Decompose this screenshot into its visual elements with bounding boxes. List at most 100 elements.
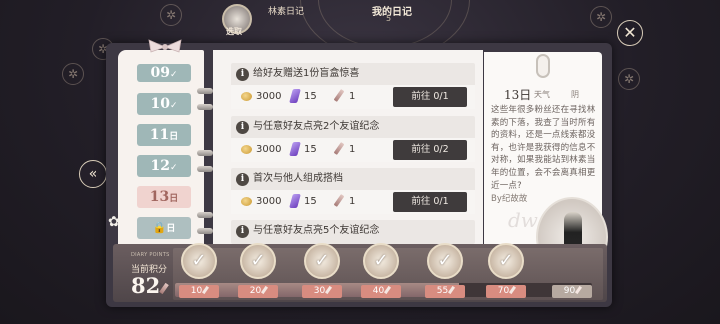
date-tab-day: 13 bbox=[149, 189, 170, 205]
check-icon: ✓ bbox=[314, 250, 330, 271]
diary-signature: By纪故故 bbox=[491, 194, 528, 204]
date-tab-suffix: 日 bbox=[169, 194, 179, 204]
gem-reward: 15 bbox=[304, 196, 317, 207]
star-ornament-icon: ✲ bbox=[590, 6, 612, 28]
lock-icon: 🔒 bbox=[152, 221, 167, 234]
coin-icon bbox=[241, 197, 252, 206]
info-icon[interactable]: i bbox=[236, 172, 249, 186]
info-icon[interactable]: i bbox=[236, 224, 249, 238]
pen-icon bbox=[384, 285, 392, 295]
reward-icon[interactable]: ✓ bbox=[304, 243, 340, 279]
diary-watermark: dw bbox=[508, 208, 538, 232]
check-icon: ✓ bbox=[437, 250, 453, 271]
reward-points: 90 bbox=[563, 286, 576, 296]
go-button[interactable]: 前往 0/1 bbox=[393, 192, 467, 212]
date-tab-10[interactable]: 10✓ bbox=[137, 93, 191, 115]
diary-text: 这些年很多粉丝还在寻找林素的下落，我查了当时所有的资料，还是一点线索都没有，也许… bbox=[491, 105, 596, 191]
pen-icon bbox=[333, 142, 345, 155]
date-tab-09[interactable]: 09✓ bbox=[137, 64, 191, 82]
task-title: 与任意好友点亮2个友谊纪念 bbox=[253, 121, 380, 132]
reward-icon[interactable]: ✓ bbox=[488, 243, 524, 279]
diary-date: 13日 bbox=[504, 88, 532, 102]
task-item: i 与任意好友点亮5个友谊纪念 bbox=[231, 220, 475, 244]
check-icon: ✓ bbox=[250, 250, 266, 271]
gem-icon bbox=[289, 89, 301, 103]
gem-reward: 15 bbox=[304, 144, 317, 155]
date-tab-suffix: 日 bbox=[166, 224, 176, 234]
reward-points-badge: 55 bbox=[425, 285, 465, 298]
reward-points: 10 bbox=[190, 286, 203, 296]
reward-points-badge: 30 bbox=[302, 285, 342, 298]
reward-points-badge: 70 bbox=[486, 285, 526, 298]
tab-linsu-diary[interactable]: 林素日记 bbox=[268, 4, 304, 17]
reward-points: 40 bbox=[372, 286, 385, 296]
flower-icon: ✿ bbox=[108, 214, 120, 230]
close-button[interactable]: ✕ bbox=[617, 20, 643, 46]
date-tab-suffix: ✓ bbox=[169, 101, 178, 111]
paper-clip-icon bbox=[536, 54, 550, 78]
pen-icon bbox=[575, 285, 583, 295]
go-button[interactable]: 前往 0/2 bbox=[393, 140, 467, 160]
check-icon: ✓ bbox=[373, 250, 389, 271]
reward-points: 30 bbox=[313, 286, 326, 296]
score-value: 82 bbox=[131, 273, 161, 298]
back-button[interactable]: « bbox=[79, 160, 107, 188]
reward-points: 70 bbox=[497, 286, 510, 296]
date-tab-day: 12 bbox=[150, 158, 170, 174]
pen-icon bbox=[333, 89, 345, 102]
pen-reward: 1 bbox=[349, 91, 356, 102]
info-icon[interactable]: i bbox=[236, 67, 249, 81]
date-tab-suffix: ✓ bbox=[169, 163, 178, 173]
pen-reward: 1 bbox=[349, 144, 356, 155]
coin-reward: 3000 bbox=[256, 91, 282, 102]
date-tab-day: 11 bbox=[149, 127, 170, 143]
reward-icon[interactable]: ✓ bbox=[240, 243, 276, 279]
task-item: i 与任意好友点亮2个友谊纪念 3000 15 1 前往 0/2 bbox=[231, 116, 475, 162]
pen-icon bbox=[509, 285, 517, 295]
go-button[interactable]: 前往 0/1 bbox=[393, 87, 467, 107]
reward-points-badge: 20 bbox=[238, 285, 278, 298]
reward-points-badge: 10 bbox=[179, 285, 219, 298]
check-icon: ✓ bbox=[191, 250, 207, 271]
score-sub-label: DIARY POINTS bbox=[131, 252, 170, 258]
date-tab-11[interactable]: 11日 bbox=[137, 124, 191, 146]
weather-label: 天气 bbox=[534, 90, 550, 99]
reward-icon[interactable]: ✓ bbox=[363, 243, 399, 279]
task-title: 与任意好友点亮5个友谊纪念 bbox=[253, 225, 380, 236]
pen-icon bbox=[333, 194, 345, 207]
star-ornament-icon: ✲ bbox=[618, 68, 640, 90]
reward-points: 55 bbox=[436, 286, 449, 296]
pen-icon bbox=[202, 285, 210, 295]
task-title: 给好友赠送1份盲盒惊喜 bbox=[253, 68, 360, 79]
ribbon-bow-icon bbox=[148, 39, 182, 53]
date-tab-suffix: 日 bbox=[169, 132, 179, 142]
page-title: 我的日记 bbox=[372, 7, 412, 18]
pen-icon bbox=[261, 285, 269, 295]
pen-reward: 1 bbox=[349, 196, 356, 207]
binder-rings bbox=[197, 78, 213, 248]
reward-icon[interactable]: ✓ bbox=[427, 243, 463, 279]
reward-points-badge: 90 bbox=[552, 285, 592, 298]
reward-icon[interactable]: ✓ bbox=[181, 243, 217, 279]
coin-reward: 3000 bbox=[256, 196, 282, 207]
coin-icon bbox=[241, 92, 252, 101]
info-icon[interactable]: i bbox=[236, 120, 249, 134]
weather-value: 阴 bbox=[571, 90, 579, 99]
date-tab-locked[interactable]: 🔒日 bbox=[137, 217, 191, 239]
reward-points-badge: 40 bbox=[361, 285, 401, 298]
gem-icon bbox=[289, 194, 301, 208]
coin-reward: 3000 bbox=[256, 144, 282, 155]
date-tab-day: 10 bbox=[150, 96, 170, 112]
double-chevron-left-icon: « bbox=[88, 166, 98, 182]
star-ornament-icon: ✲ bbox=[62, 63, 84, 85]
task-title: 首次与他人组成搭档 bbox=[253, 173, 343, 184]
reward-points: 20 bbox=[249, 286, 262, 296]
star-ornament-icon: ✲ bbox=[160, 4, 182, 26]
pen-icon bbox=[448, 285, 456, 295]
gem-reward: 15 bbox=[304, 91, 317, 102]
title-number: 5 bbox=[386, 14, 392, 23]
date-tab-day: 09 bbox=[150, 65, 170, 81]
date-tab-13[interactable]: 13日 bbox=[137, 186, 191, 208]
avatar-label: 选取 bbox=[226, 27, 242, 36]
date-tab-12[interactable]: 12✓ bbox=[137, 155, 191, 177]
